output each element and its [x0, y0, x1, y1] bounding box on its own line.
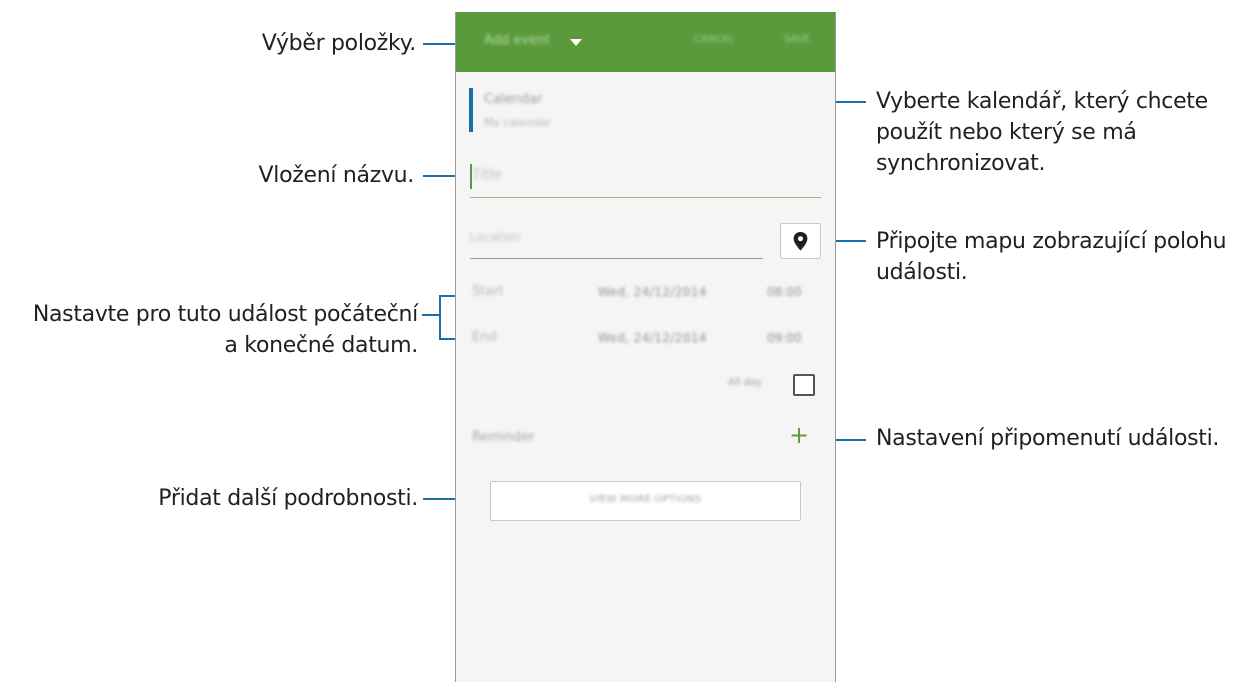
end-date[interactable]: Wed, 24/12/2014 [598, 331, 707, 345]
phone-screen: Add event CANCEL SAVE Calendar My calend… [455, 12, 836, 682]
end-time[interactable]: 09:00 [767, 331, 802, 345]
reminder-label: Reminder [472, 430, 535, 445]
annotation-calendar-line1: Vyberte kalendář, který chcete [876, 89, 1208, 114]
map-button[interactable] [780, 223, 821, 259]
annotation-add-details: Přidat další podrobnosti. [158, 486, 418, 511]
calendar-color-bar [469, 88, 473, 132]
start-date[interactable]: Wed, 24/12/2014 [598, 285, 707, 299]
location-pin-icon [793, 232, 808, 251]
cancel-button[interactable]: CANCEL [694, 34, 734, 45]
view-more-options-label: VIEW MORE OPTIONS [589, 494, 702, 505]
add-reminder-button[interactable]: + [789, 423, 809, 447]
bracket-set-dates [439, 295, 441, 340]
annotation-map-line1: Připojte mapu zobrazující polohu [876, 229, 1227, 254]
calendar-account: My calendar [484, 116, 552, 129]
location-input[interactable]: Location [470, 230, 521, 244]
all-day-checkbox[interactable] [793, 374, 815, 396]
annotation-map-line2: události. [876, 260, 968, 285]
all-day-label: All day [728, 377, 762, 388]
annotation-calendar-line2: použít nebo který se má [876, 120, 1137, 145]
title-underline [470, 197, 821, 198]
start-time[interactable]: 08:00 [767, 285, 802, 299]
save-button[interactable]: SAVE [784, 34, 810, 45]
end-label: End [472, 330, 497, 345]
start-label: Start [472, 284, 504, 299]
annotation-set-dates-line1: Nastavte pro tuto událost počáteční [32, 302, 418, 327]
location-underline [470, 258, 763, 259]
annotation-reminder: Nastavení připomenutí události. [876, 426, 1220, 451]
annotation-set-dates-line2: a konečné datum. [224, 333, 418, 358]
calendar-selector[interactable]: Calendar [484, 92, 542, 107]
view-more-options-button[interactable]: VIEW MORE OPTIONS [490, 481, 801, 521]
app-topbar: Add event CANCEL SAVE [456, 12, 835, 72]
annotation-calendar-line3: synchronizovat. [876, 151, 1046, 176]
leader-line-set-dates [422, 314, 440, 316]
item-selector[interactable]: Add event [484, 33, 550, 48]
chevron-down-icon[interactable] [570, 39, 582, 46]
title-input[interactable]: Title [472, 167, 502, 183]
annotation-insert-title: Vložení názvu. [258, 163, 415, 188]
annotation-select-item: Výběr položky. [261, 31, 417, 56]
